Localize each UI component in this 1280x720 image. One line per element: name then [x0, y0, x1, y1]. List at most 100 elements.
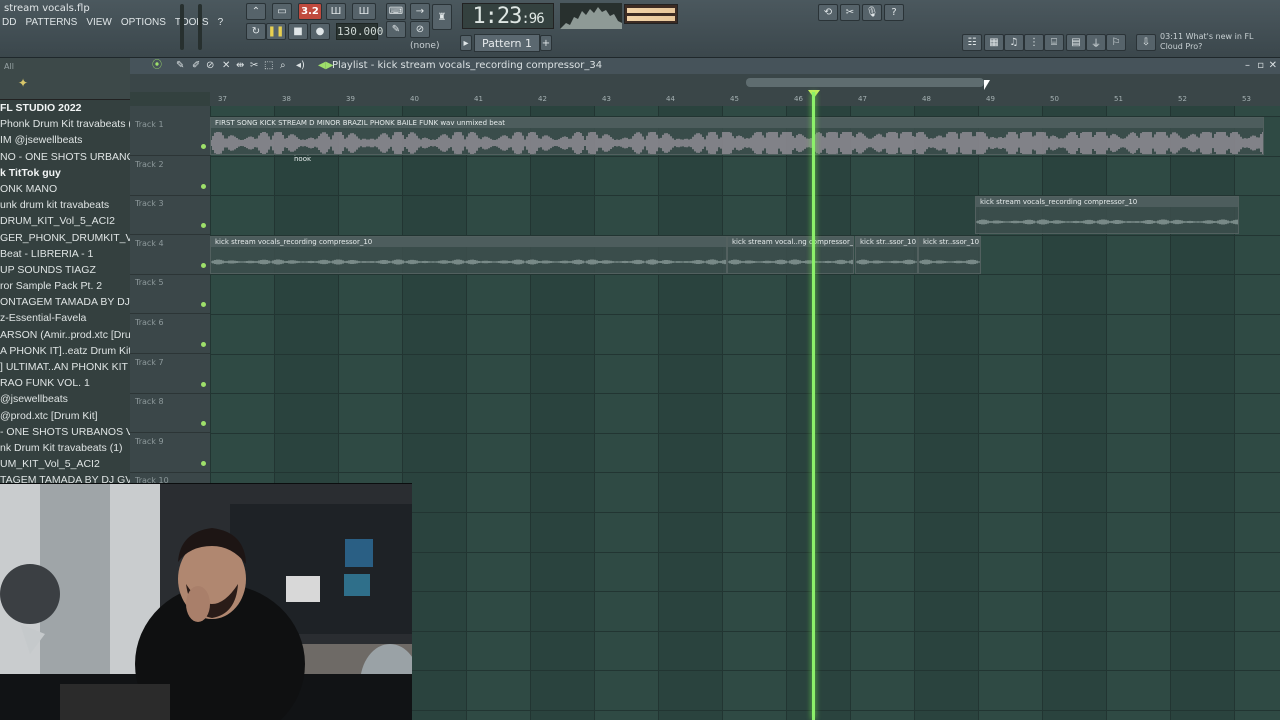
- menu-item-add[interactable]: DD: [2, 17, 16, 35]
- tempo-tapper-icon[interactable]: ⚐: [1106, 34, 1126, 51]
- slip-tool-icon[interactable]: ⇹: [236, 58, 244, 74]
- audio-clip[interactable]: kick stream vocals_recording compressor_…: [210, 236, 727, 274]
- browser-item[interactable]: ] ULTIMAT..AN PHONK KIT VOL. 3: [0, 359, 130, 375]
- browser-item[interactable]: ARSON (Amir..prod.xtc [Drum Kit]: [0, 327, 130, 343]
- pause-button[interactable]: ❚❚: [266, 23, 286, 40]
- browser-item[interactable]: ONK MANO: [0, 181, 130, 197]
- channel-rack-icon[interactable]: ▦: [984, 34, 1004, 51]
- browser-item[interactable]: ror Sample Pack Pt. 2: [0, 278, 130, 294]
- plugin-icon[interactable]: ▤: [1066, 34, 1086, 51]
- audio-clip[interactable]: kick str..ssor_10: [855, 236, 918, 274]
- playback-tool-icon[interactable]: ◂): [296, 58, 305, 74]
- browser-item[interactable]: NO - ONE SHOTS URBANOS VOL. 2: [0, 149, 130, 165]
- help-icon[interactable]: ?: [884, 4, 904, 21]
- browser-item[interactable]: FL STUDIO 2022: [0, 100, 130, 116]
- link-icon[interactable]: ⊘: [410, 21, 430, 38]
- pattern-song-toggle[interactable]: ⌃: [246, 3, 266, 20]
- track-header[interactable]: Track 5: [130, 274, 210, 315]
- menu-item-help[interactable]: ?: [218, 17, 224, 35]
- zoom-tool-icon[interactable]: ⌕: [280, 58, 286, 74]
- news-panel[interactable]: 03:11 What's new in FL Cloud Pro?: [1160, 32, 1254, 52]
- track-header[interactable]: Track 2: [130, 156, 210, 196]
- track-header[interactable]: Track 1: [130, 116, 210, 156]
- track-enable-led[interactable]: [201, 223, 206, 229]
- timeline-ruler[interactable]: 37 38 39 40 41 42 43 44 45 46 47 48 49 50 51 52 53: [210, 92, 1280, 106]
- pattern-prev-icon[interactable]: ▸: [460, 35, 472, 51]
- master-pitch-slider[interactable]: [198, 4, 202, 50]
- playlist-view-icon[interactable]: ☷: [962, 34, 982, 51]
- audio-clip[interactable]: kick str..ssor_10: [918, 236, 981, 274]
- stop-button[interactable]: ■: [288, 23, 308, 40]
- browser-item[interactable]: GER_PHONK_DRUMKIT_VOL_3: [0, 230, 130, 246]
- undo-icon[interactable]: ⟲: [818, 4, 838, 21]
- slice-tool-icon[interactable]: ✂: [250, 58, 258, 74]
- download-icon[interactable]: ⇩: [1136, 34, 1156, 51]
- track-enable-led[interactable]: [201, 144, 206, 149]
- snap-badge[interactable]: 3.2: [298, 3, 322, 20]
- song-time-display[interactable]: 1:23:96: [462, 3, 554, 29]
- track-enable-led[interactable]: [201, 183, 206, 189]
- piano-roll-icon[interactable]: ♫: [1004, 34, 1024, 51]
- browser-item[interactable]: DRUM_KIT_Vol_5_ACI2: [0, 213, 130, 229]
- horizontal-scrollbar[interactable]: [130, 74, 1280, 92]
- mixer-icon[interactable]: ⋮: [1024, 34, 1044, 51]
- menu-item-patterns[interactable]: PATTERNS: [25, 17, 77, 35]
- step-edit-icon[interactable]: →: [410, 3, 430, 20]
- cut-icon[interactable]: ✂: [840, 4, 860, 21]
- track-enable-led[interactable]: [201, 460, 206, 466]
- browser-item[interactable]: IM @jsewellbeats: [0, 132, 130, 148]
- brush-icon[interactable]: ✎: [386, 21, 406, 38]
- metronome-icon[interactable]: ♜: [432, 4, 452, 30]
- audio-clip[interactable]: kick stream vocals_recording compressor_…: [975, 196, 1239, 234]
- browser-icon[interactable]: ⌸: [1044, 34, 1064, 51]
- browser-item[interactable]: A PHONK IT]..eatz Drum Kit vol 1: [0, 343, 130, 359]
- audio-clip[interactable]: kick stream vocal..ng compressor_10: [727, 236, 854, 274]
- browser-item[interactable]: @prod.xtc [Drum Kit]: [0, 408, 130, 424]
- mic-icon[interactable]: 🎙: [862, 4, 882, 21]
- delete-tool-icon[interactable]: ⊘: [206, 58, 214, 74]
- browser-item[interactable]: Beat - LIBRERIA - 1: [0, 246, 130, 262]
- track-header[interactable]: Track 6: [130, 314, 210, 354]
- track-enable-led[interactable]: [201, 302, 206, 308]
- wait-input-button[interactable]: Ш: [352, 3, 376, 20]
- audio-clip[interactable]: FIRST SONG KICK STREAM D MINOR BRAZIL PH…: [210, 117, 1264, 155]
- browser-item[interactable]: @jsewellbeats: [0, 391, 130, 407]
- snap-icon[interactable]: ⦿: [152, 58, 162, 74]
- browser-item[interactable]: UM_KIT_Vol_5_ACI2: [0, 456, 130, 472]
- typing-keyboard-icon[interactable]: ⌨: [386, 3, 406, 20]
- scrollbar-thumb[interactable]: [746, 78, 984, 87]
- maximize-icon[interactable]: ▫: [1257, 58, 1264, 74]
- track-enable-led[interactable]: [201, 421, 206, 427]
- select-tool-icon[interactable]: ⬚: [264, 58, 273, 74]
- record-mode-button[interactable]: ▭: [272, 3, 292, 20]
- browser-item[interactable]: Phonk Drum Kit travabeats (1): [0, 116, 130, 132]
- browser-item[interactable]: z-Essential-Favela: [0, 310, 130, 326]
- track-enable-led[interactable]: [201, 262, 206, 268]
- pattern-selector[interactable]: Pattern 1: [474, 34, 540, 52]
- menu-item-options[interactable]: OPTIONS: [121, 17, 166, 35]
- browser-item[interactable]: UP SOUNDS TIAGZ: [0, 262, 130, 278]
- track-header[interactable]: Track 8: [130, 393, 210, 434]
- browser-item[interactable]: ONTAGEM TAMADA BY DJ GVX: [0, 294, 130, 310]
- paint-tool-icon[interactable]: ✐: [192, 58, 200, 74]
- playhead[interactable]: [812, 92, 815, 720]
- track-header[interactable]: Track 4: [130, 235, 210, 275]
- minimize-icon[interactable]: –: [1245, 58, 1250, 74]
- master-volume-slider[interactable]: [180, 4, 184, 50]
- record-button[interactable]: ●: [310, 23, 330, 40]
- browser-item[interactable]: nk Drum Kit travabeats (1): [0, 440, 130, 456]
- tempo-display[interactable]: 130.000: [336, 23, 383, 40]
- browser-item[interactable]: - ONE SHOTS URBANOS VOL. 2: [0, 424, 130, 440]
- track-header[interactable]: Track 7: [130, 354, 210, 394]
- draw-tool-icon[interactable]: ✎: [176, 58, 184, 74]
- metronome-button[interactable]: Ш: [326, 3, 346, 20]
- track-enable-led[interactable]: [201, 342, 206, 347]
- browser-filter[interactable]: All: [4, 62, 14, 71]
- browser-item[interactable]: RAO FUNK VOL. 1: [0, 375, 130, 391]
- plug-icon[interactable]: ⏚: [1086, 34, 1106, 51]
- track-enable-led[interactable]: [201, 381, 206, 387]
- browser-add-icon[interactable]: ✦: [18, 76, 28, 90]
- pattern-add-icon[interactable]: +: [540, 35, 552, 51]
- browser-item[interactable]: k TitTok guy: [0, 165, 130, 181]
- menu-item-view[interactable]: VIEW: [86, 17, 112, 35]
